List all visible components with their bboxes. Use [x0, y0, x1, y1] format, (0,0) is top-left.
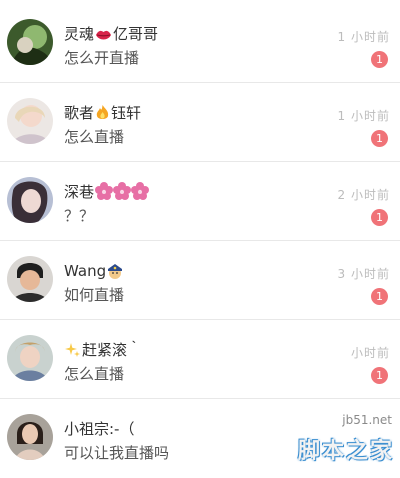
contact-name: 灵魂 亿哥哥	[64, 24, 158, 47]
unread-badge: 1	[371, 367, 388, 384]
contact-name: 小祖宗:-（	[64, 420, 135, 438]
contact-name: 深巷	[64, 182, 150, 205]
unread-badge: 1	[371, 209, 388, 226]
timestamp: 1 小时前	[337, 30, 390, 44]
contact-name: 歌者 钰轩	[64, 103, 141, 126]
watermark-text: 脚本之家	[297, 439, 394, 464]
watermark-url: jb51.net	[342, 413, 392, 427]
conversation-row[interactable]: 歌者 钰轩 怎么直播 1 小时前 1	[0, 83, 400, 162]
conversation-row[interactable]: 赶紧滚｀ 怎么直播 小时前 1	[0, 320, 400, 399]
conversation-row[interactable]: 深巷 ？？ 2 小时前 1	[0, 162, 400, 241]
contact-name: 赶紧滚｀	[64, 340, 142, 363]
message-preview: 怎么直播	[64, 128, 125, 146]
avatar[interactable]	[7, 19, 53, 65]
lips-icon	[95, 27, 112, 47]
watermark: jb51.net 脚本之家	[262, 407, 400, 473]
unread-badge: 1	[371, 288, 388, 305]
flowers-icon	[95, 182, 150, 205]
fire-icon	[95, 104, 110, 126]
avatar[interactable]	[7, 177, 53, 223]
timestamp: 1 小时前	[337, 109, 390, 123]
avatar[interactable]	[7, 256, 53, 302]
avatar[interactable]	[7, 98, 53, 144]
timestamp: 3 小时前	[337, 267, 390, 281]
contact-name: Wang	[64, 261, 124, 284]
message-preview: 怎么开直播	[64, 49, 140, 67]
conversation-row[interactable]: Wang 如何直播 3 小时前 1	[0, 241, 400, 320]
timestamp: 2 小时前	[337, 188, 390, 202]
police-icon	[107, 263, 123, 284]
avatar[interactable]	[7, 335, 53, 381]
sparkles-icon	[65, 342, 81, 363]
avatar[interactable]	[7, 414, 53, 460]
conversation-row[interactable]: 灵魂 亿哥哥 怎么开直播 1 小时前 1	[0, 4, 400, 83]
message-preview: 可以让我直播吗	[64, 444, 170, 462]
message-preview: ？？	[64, 207, 95, 225]
message-preview: 怎么直播	[64, 365, 125, 383]
unread-badge: 1	[371, 51, 388, 68]
unread-badge: 1	[371, 130, 388, 147]
message-preview: 如何直播	[64, 286, 125, 304]
timestamp: 小时前	[350, 346, 390, 360]
